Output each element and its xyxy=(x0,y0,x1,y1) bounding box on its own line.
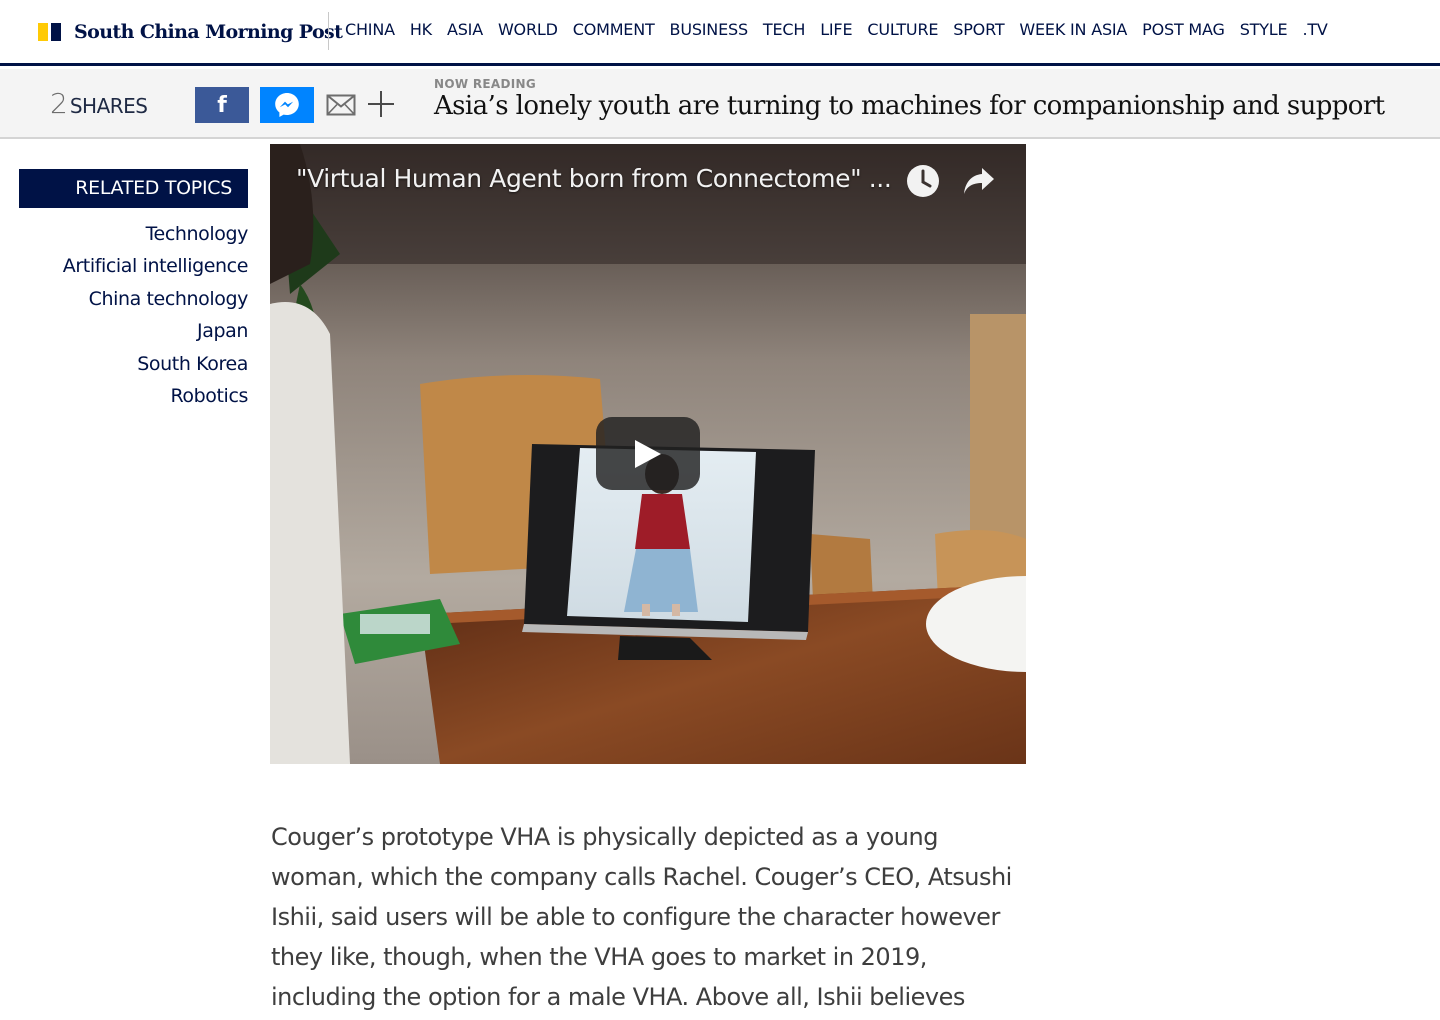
nav-item-asia[interactable]: ASIA xyxy=(447,20,483,39)
now-reading-bar: 2 SHARES f NOW READING Asia’s lonely you… xyxy=(0,69,1440,139)
section-nav: CHINA HK ASIA WORLD COMMENT BUSINESS TEC… xyxy=(345,20,1343,39)
share-arrow-icon xyxy=(964,168,994,194)
paragraph-line: Couger’s prototype VHA is physically dep… xyxy=(271,823,938,851)
more-share-button[interactable] xyxy=(366,89,396,119)
nav-item-style[interactable]: STYLE xyxy=(1240,20,1288,39)
topic-link-japan[interactable]: Japan xyxy=(19,315,248,347)
nav-item-china[interactable]: CHINA xyxy=(345,20,395,39)
logo-mark-icon xyxy=(38,23,61,41)
topic-link-china-technology[interactable]: China technology xyxy=(19,283,249,315)
nav-item-tech[interactable]: TECH xyxy=(763,20,805,39)
embedded-video-player[interactable]: "Virtual Human Agent born from Connectom… xyxy=(270,144,1026,764)
article-paragraph: Couger’s prototype VHA is physically dep… xyxy=(271,817,1031,1017)
email-share-button[interactable] xyxy=(326,92,356,118)
messenger-share-button[interactable] xyxy=(260,87,314,123)
nav-item-sport[interactable]: SPORT xyxy=(953,20,1004,39)
messenger-icon xyxy=(275,93,299,117)
share-count-label: SHARES xyxy=(69,94,148,118)
now-reading-title[interactable]: Asia’s lonely youth are turning to machi… xyxy=(434,91,1385,121)
nav-item-business[interactable]: BUSINESS xyxy=(670,20,749,39)
nav-item-life[interactable]: LIFE xyxy=(820,20,852,39)
facebook-icon: f xyxy=(217,92,227,118)
nav-item-world[interactable]: WORLD xyxy=(498,20,558,39)
logo-text: South China Morning Post xyxy=(74,21,343,43)
paragraph-line: Ishii, said users will be able to config… xyxy=(271,903,1000,931)
nav-item-hk[interactable]: HK xyxy=(410,20,432,39)
video-title[interactable]: "Virtual Human Agent born from Connectom… xyxy=(296,164,892,193)
watch-later-button[interactable] xyxy=(906,164,940,198)
nav-item-week-in-asia[interactable]: WEEK IN ASIA xyxy=(1019,20,1127,39)
topic-link-technology[interactable]: Technology xyxy=(19,218,249,250)
site-logo[interactable]: South China Morning Post xyxy=(38,18,343,46)
paragraph-line: they like, though, when the VHA goes to … xyxy=(271,943,927,971)
topic-link-artificial-intelligence[interactable]: Artificial intelligence xyxy=(19,250,249,282)
nav-item-culture[interactable]: CULTURE xyxy=(867,20,938,39)
nav-item-post-mag[interactable]: POST MAG xyxy=(1142,20,1225,39)
share-count: 2 SHARES xyxy=(50,87,148,120)
play-icon xyxy=(635,439,661,468)
video-share-button[interactable] xyxy=(962,166,996,196)
topic-link-south-korea[interactable]: South Korea xyxy=(19,348,248,380)
top-navigation: South China Morning Post CHINA HK ASIA W… xyxy=(0,0,1440,66)
nav-item-comment[interactable]: COMMENT xyxy=(573,20,655,39)
topic-link-robotics[interactable]: Robotics xyxy=(19,380,248,412)
now-reading-label: NOW READING xyxy=(434,77,537,91)
nav-item-tv[interactable]: .TV xyxy=(1302,20,1327,39)
facebook-share-button[interactable]: f xyxy=(195,87,249,123)
article-body: Couger’s prototype VHA is physically dep… xyxy=(271,817,1031,1017)
mail-icon xyxy=(326,94,356,116)
play-button[interactable] xyxy=(596,417,700,490)
clock-icon xyxy=(907,165,939,197)
related-topics-list: Technology Artificial intelligence China… xyxy=(19,218,249,412)
plus-icon xyxy=(368,91,394,117)
paragraph-line: woman, which the company calls Rachel. C… xyxy=(271,863,1012,891)
related-topics-heading: RELATED TOPICS xyxy=(19,169,248,208)
nav-divider xyxy=(328,12,329,50)
paragraph-line: including the option for a male VHA. Abo… xyxy=(271,983,965,1011)
share-count-number: 2 xyxy=(50,87,68,120)
